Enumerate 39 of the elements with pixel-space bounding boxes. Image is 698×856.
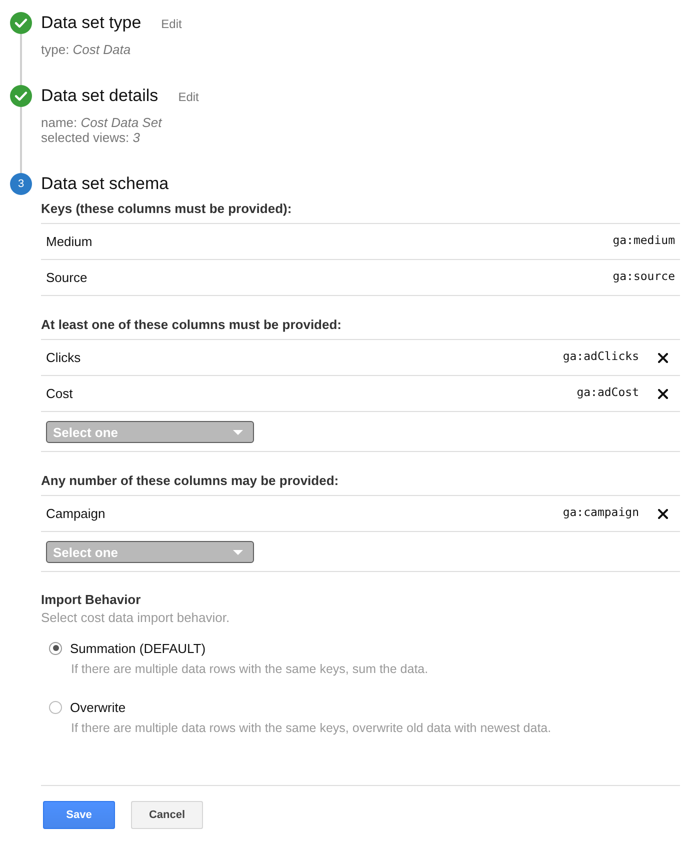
column-id: ga:adCost [576,384,639,398]
edit-link[interactable]: Edit [161,17,182,31]
close-icon[interactable] [658,508,668,518]
caret-icon [233,550,243,554]
section-heading: Import Behavior [41,592,142,608]
step-connector-line [20,34,22,85]
step-title: Data set details [41,85,158,107]
column-name: Source [46,270,88,285]
option-label[interactable]: Summation (DEFAULT) [70,640,206,656]
option-description: If there are multiple data rows with the same keys, sum the data. [71,661,430,677]
column-id: ga:source [612,268,675,282]
step-title: Data set type [41,12,142,34]
save-button[interactable]: Save [43,801,115,829]
step-connector-line [20,107,22,173]
column-name: Medium [46,234,92,249]
radio-button[interactable] [49,642,62,654]
column-id: ga:campaign [562,504,639,518]
column-name: Cost [46,386,73,401]
step-detail: name: Cost Data Set [41,115,164,130]
column-name: Clicks [46,350,81,365]
caret-icon [233,430,243,434]
step-title: Data set schema [41,173,169,195]
option-description: If there are multiple data rows with the same keys, overwrite old data with newest data. [71,720,552,736]
column-id: ga:adClicks [562,348,639,362]
column-name: Campaign [46,506,106,521]
step-detail: selected views: 3 [41,130,141,145]
step-detail: type: Cost Data [41,42,132,57]
step-number: 3 [10,173,32,195]
close-icon[interactable] [658,388,668,398]
column-id: ga:medium [612,232,675,246]
section-heading: At least one of these columns must be provided: [41,317,342,333]
radio-button[interactable] [49,700,62,714]
option-label[interactable]: Overwrite [70,700,126,714]
close-icon[interactable] [658,352,668,362]
section-hint: Select cost data import behavior. [41,610,231,626]
section-heading: Any number of these columns may be provided: [41,473,340,489]
cancel-button[interactable]: Cancel [131,801,203,829]
section-heading: Keys (these columns must be provided): [41,201,293,217]
edit-link[interactable]: Edit [178,90,199,104]
